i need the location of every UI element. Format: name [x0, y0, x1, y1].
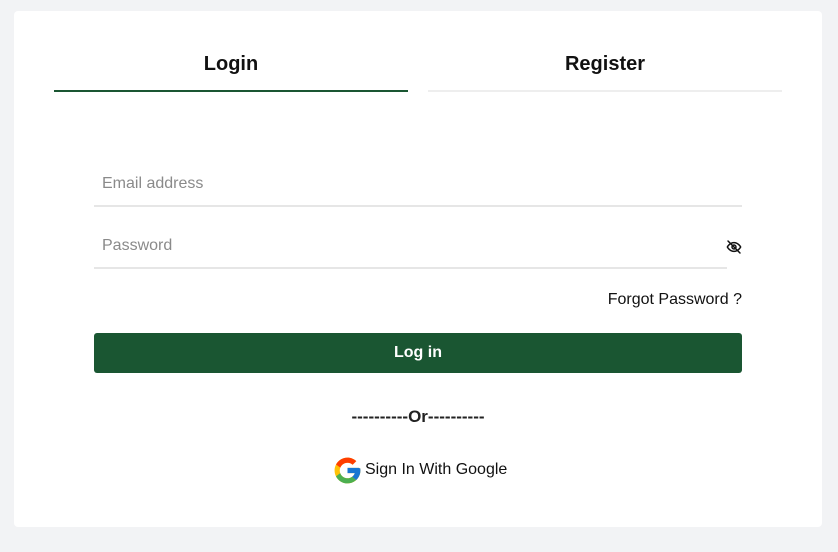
or-divider: ----------Or----------	[351, 407, 485, 426]
eye-slash-icon[interactable]	[725, 239, 743, 255]
google-signin-button[interactable]: Sign In With Google	[332, 454, 507, 486]
google-icon	[334, 457, 361, 483]
tab-login[interactable]: Login	[54, 51, 408, 92]
forgot-password-link[interactable]: Forgot Password ?	[608, 291, 742, 309]
password-input[interactable]	[94, 227, 727, 265]
password-field-wrapper	[94, 227, 727, 269]
login-card: Login Register Forgot Password ? Log in …	[14, 11, 822, 527]
auth-tabs: Login Register	[54, 51, 782, 93]
login-button[interactable]: Log in	[94, 333, 742, 373]
email-input[interactable]	[94, 165, 742, 203]
google-signin-label: Sign In With Google	[365, 461, 508, 478]
tab-register[interactable]: Register	[428, 51, 782, 92]
email-field-wrapper	[94, 165, 742, 207]
